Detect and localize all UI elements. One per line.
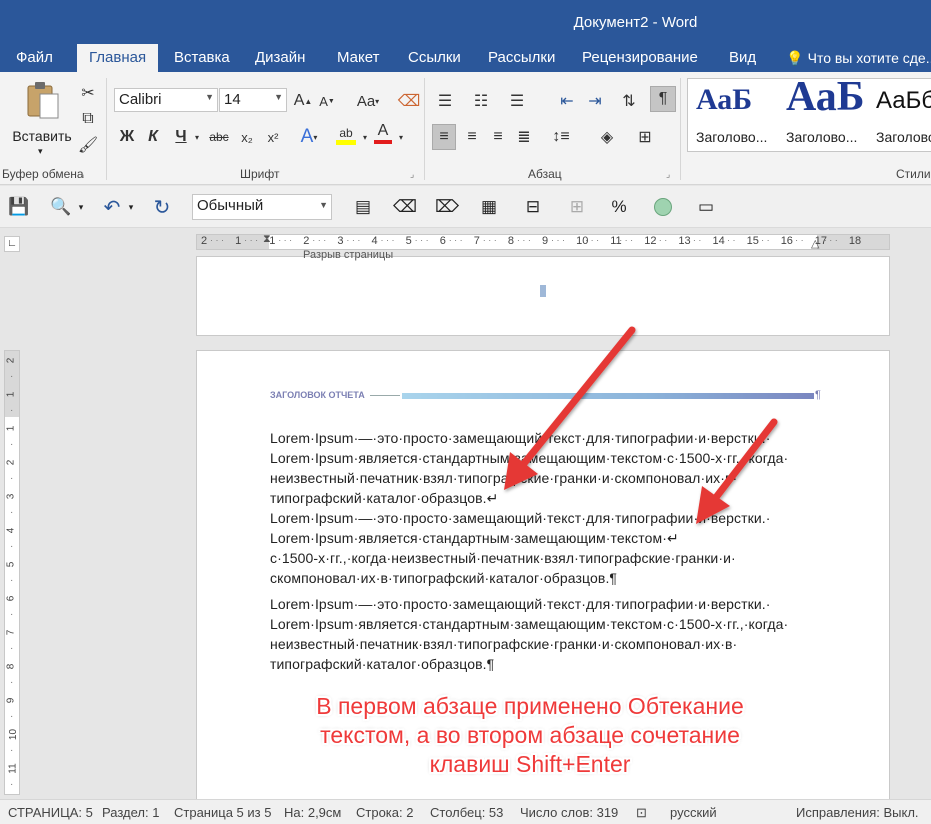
annotation-line-1: В первом абзаце применено Обтекание [316,693,744,719]
status-page-of[interactable]: Страница 5 из 5 [174,805,271,820]
status-language[interactable]: русский [670,805,717,820]
status-word-count[interactable]: Число слов: 319 [520,805,618,820]
arrow-icon [696,418,778,524]
status-column[interactable]: Столбец: 53 [430,805,503,820]
annotation-line-3: клавиш Shift+Enter [429,751,631,777]
proofing-icon[interactable]: ⊡ [636,805,647,821]
status-position[interactable]: На: 2,9см [284,805,341,820]
status-section[interactable]: Раздел: 1 [102,805,159,820]
status-page[interactable]: СТРАНИЦА: 5 [8,805,93,820]
status-track-changes[interactable]: Исправления: Выкл. [796,805,919,820]
annotation-line-2: текстом, а во втором абзаце сочетание [320,722,740,748]
arrow-icon [504,326,636,490]
status-bar: СТРАНИЦА: 5 Раздел: 1 Страница 5 из 5 На… [0,799,931,824]
status-line[interactable]: Строка: 2 [356,805,413,820]
